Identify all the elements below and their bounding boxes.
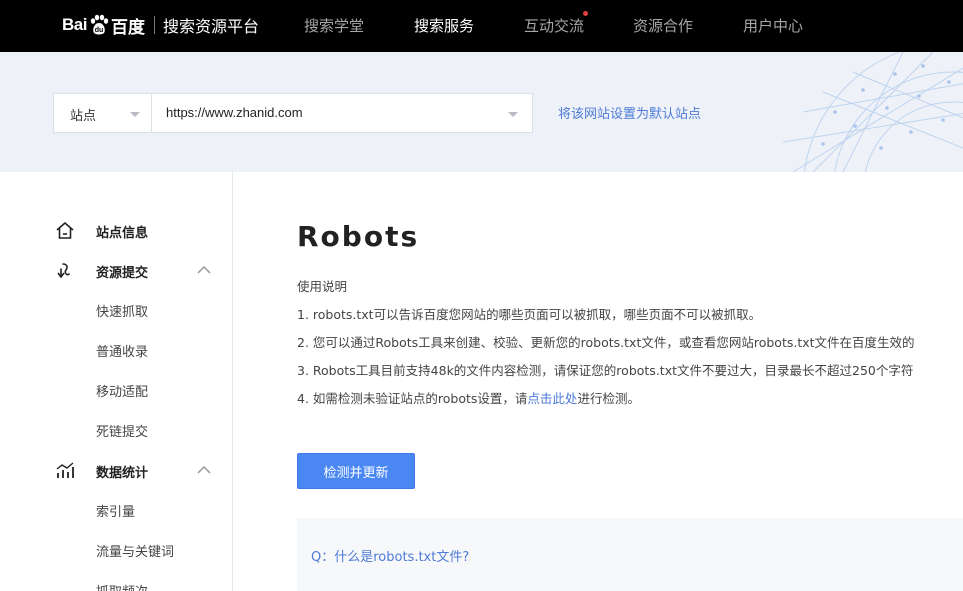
chevron-up-icon — [197, 265, 211, 274]
logo-divider — [153, 16, 155, 34]
baidu-logo[interactable]: Bai du 百度 搜索资源平台 — [62, 10, 259, 40]
submit-icon — [57, 263, 70, 278]
sidebar-item-normal-index[interactable]: 普通收录 — [96, 341, 148, 360]
sidebar-group-resource-submit[interactable]: 资源提交 — [0, 259, 232, 283]
notification-dot — [583, 11, 589, 16]
home-icon — [56, 222, 74, 239]
page-title: Robots — [297, 220, 420, 253]
site-url-select[interactable]: https://www.zhanid.com — [151, 93, 533, 133]
main-content: Robots 使用说明 1. robots.txt可以告诉百度您网站的哪些页面可… — [234, 172, 963, 591]
sidebar: 站点信息 资源提交 快速抓取 普通收录 移动适配 死链提交 数据统计 索引量 流… — [0, 172, 233, 591]
site-type-select[interactable]: 站点 — [53, 93, 152, 133]
usage-line-4-prefix: 4. 如需检测未验证站点的robots设置，请 — [297, 391, 528, 406]
sidebar-group-label: 资源提交 — [96, 266, 149, 281]
top-navigation-bar: Bai du 百度 搜索资源平台 搜索学堂 搜索服务 互动交流 资源合作 用户中… — [0, 0, 963, 52]
sidebar-item-index-volume[interactable]: 索引量 — [96, 501, 135, 520]
sidebar-item-dead-link[interactable]: 死链提交 — [96, 421, 148, 440]
chevron-up-icon — [197, 465, 211, 474]
usage-line-2: 2. 您可以通过Robots工具来创建、校验、更新您的robots.txt文件，… — [297, 335, 915, 350]
globe-mesh-decoration — [783, 52, 963, 172]
set-default-site-link[interactable]: 将该网站设置为默认站点 — [558, 103, 701, 122]
stats-icon — [56, 462, 74, 478]
nav-user-center[interactable]: 用户中心 — [743, 15, 803, 37]
nav-search-academy[interactable]: 搜索学堂 — [304, 15, 364, 37]
logo-text-baidu: 百度 — [110, 17, 145, 38]
svg-text:du: du — [95, 27, 104, 34]
nav-search-service[interactable]: 搜索服务 — [414, 15, 474, 37]
faq-question-link[interactable]: Q：什么是robots.txt文件? — [311, 546, 469, 565]
sidebar-item-label: 站点信息 — [96, 226, 149, 241]
usage-line-4: 4. 如需检测未验证站点的robots设置，请点击此处进行检测。 — [297, 388, 640, 407]
site-selector-banner: 站点 https://www.zhanid.com 将该网站设置为默认站点 — [0, 52, 963, 172]
usage-line-3: 3. Robots工具目前支持48k的文件内容检测，请保证您的robots.tx… — [297, 363, 914, 378]
platform-name: 搜索资源平台 — [162, 17, 259, 36]
sidebar-item-crawl-frequency[interactable]: 抓取频次 — [96, 581, 148, 591]
usage-title: 使用说明 — [297, 279, 348, 294]
site-url-value: https://www.zhanid.com — [166, 105, 303, 120]
logo-text-bai: Bai — [62, 15, 87, 34]
nav-interaction-label: 互动交流 — [524, 17, 585, 35]
site-type-label: 站点 — [70, 109, 97, 124]
caret-down-icon — [130, 112, 140, 117]
caret-down-icon — [508, 112, 518, 117]
sidebar-item-traffic-keywords[interactable]: 流量与关键词 — [96, 541, 174, 560]
paw-icon: du — [90, 14, 109, 35]
sidebar-item-mobile-adapt[interactable]: 移动适配 — [96, 381, 148, 400]
nav-interaction[interactable]: 互动交流 — [524, 11, 589, 37]
faq-panel: Q：什么是robots.txt文件? — [297, 518, 963, 591]
usage-line-1: 1. robots.txt可以告诉百度您网站的哪些页面可以被抓取，哪些页面不可以… — [297, 307, 762, 322]
sidebar-item-fast-crawl[interactable]: 快速抓取 — [96, 301, 148, 320]
sidebar-group-label: 数据统计 — [96, 466, 149, 481]
check-and-update-button[interactable]: 检测并更新 — [297, 453, 415, 489]
sidebar-group-data-stats[interactable]: 数据统计 — [0, 459, 232, 483]
sidebar-item-site-info[interactable]: 站点信息 — [0, 219, 232, 243]
click-here-link[interactable]: 点击此处 — [527, 391, 577, 406]
nav-resource-cooperation[interactable]: 资源合作 — [633, 15, 693, 37]
usage-line-4-suffix: 进行检测。 — [577, 391, 640, 406]
